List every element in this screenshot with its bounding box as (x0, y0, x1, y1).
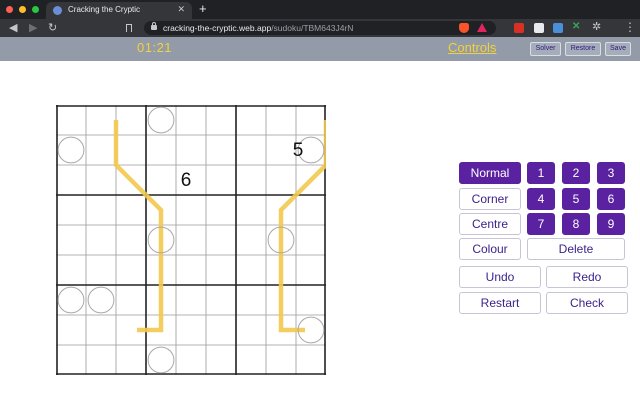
save-button[interactable]: Save (605, 42, 631, 56)
digit-3-button[interactable]: 3 (597, 162, 625, 184)
brave-shield-icon[interactable] (459, 23, 469, 33)
cell-circle (87, 286, 115, 314)
digit-5-button[interactable]: 5 (562, 188, 590, 210)
sudoku-grid[interactable]: 5 6 (56, 105, 326, 375)
browser-tab[interactable]: Cracking the Cryptic ✕ (46, 2, 192, 19)
tab-title: Cracking the Cryptic (68, 5, 141, 14)
check-button[interactable]: Check (546, 292, 628, 314)
restart-button[interactable]: Restart (459, 292, 541, 314)
forward-arrow-icon[interactable]: ▶ (29, 20, 37, 36)
mode-centre-button[interactable]: Centre (459, 213, 521, 235)
mode-normal-button[interactable]: Normal (459, 162, 521, 184)
app-header: 01:21 Controls Solver Restore Save (0, 37, 640, 61)
redo-button[interactable]: Redo (546, 266, 628, 288)
lock-icon[interactable] (151, 22, 157, 30)
digit-9-button[interactable]: 9 (597, 213, 625, 235)
undo-button[interactable]: Undo (459, 266, 541, 288)
reload-icon[interactable]: ↻ (48, 20, 57, 36)
browser-tab-bar: Cracking the Cryptic ✕ + (0, 0, 640, 19)
new-tab-icon[interactable]: + (199, 1, 207, 17)
digit-2-button[interactable]: 2 (562, 162, 590, 184)
maximize-window-button[interactable] (32, 6, 39, 13)
cell-circle (57, 286, 85, 314)
url-text[interactable]: cracking-the-cryptic.web.app/sudoku/TBM6… (163, 23, 353, 33)
address-bar[interactable]: cracking-the-cryptic.web.app/sudoku/TBM6… (144, 21, 496, 35)
url-host: cracking-the-cryptic.web.app (163, 23, 272, 33)
extension-green-icon[interactable]: ✕ (572, 21, 580, 32)
extension-red-icon[interactable] (514, 23, 524, 33)
digit-8-button[interactable]: 8 (562, 213, 590, 235)
given-digit-r3c5[interactable]: 6 (171, 166, 201, 196)
back-arrow-icon[interactable]: ◀ (9, 20, 17, 36)
digit-6-button[interactable]: 6 (597, 188, 625, 210)
digit-1-button[interactable]: 1 (527, 162, 555, 184)
site-favicon-icon (53, 6, 62, 15)
close-window-button[interactable] (6, 6, 13, 13)
extension-blue-icon[interactable] (553, 23, 563, 33)
menu-dots-icon[interactable]: ⋮ (624, 19, 636, 35)
controls-link[interactable]: Controls (448, 40, 496, 55)
browser-toolbar: ◀ ▶ ↻ cracking-the-cryptic.web.app/sudok… (0, 19, 640, 37)
digit-4-button[interactable]: 4 (527, 188, 555, 210)
solver-button[interactable]: Solver (530, 42, 561, 56)
digit-7-button[interactable]: 7 (527, 213, 555, 235)
extensions-puzzle-icon[interactable]: ✲ (592, 20, 601, 33)
bookmark-icon[interactable] (126, 24, 132, 32)
cell-circle (147, 106, 175, 134)
given-digit-r2c9[interactable]: 5 (283, 136, 313, 166)
restore-button[interactable]: Restore (565, 42, 601, 56)
cell-circle (57, 136, 85, 164)
url-path: /sudoku/TBM643J4rN (271, 23, 354, 33)
mode-colour-button[interactable]: Colour (459, 238, 521, 260)
tab-close-icon[interactable]: ✕ (177, 4, 185, 15)
mode-corner-button[interactable]: Corner (459, 188, 521, 210)
timer: 01:21 (137, 40, 173, 55)
brave-rewards-icon[interactable] (477, 23, 487, 32)
delete-button[interactable]: Delete (527, 238, 625, 260)
extension-card-icon[interactable] (534, 23, 544, 33)
cell-circle (147, 346, 175, 374)
minimize-window-button[interactable] (19, 6, 26, 13)
